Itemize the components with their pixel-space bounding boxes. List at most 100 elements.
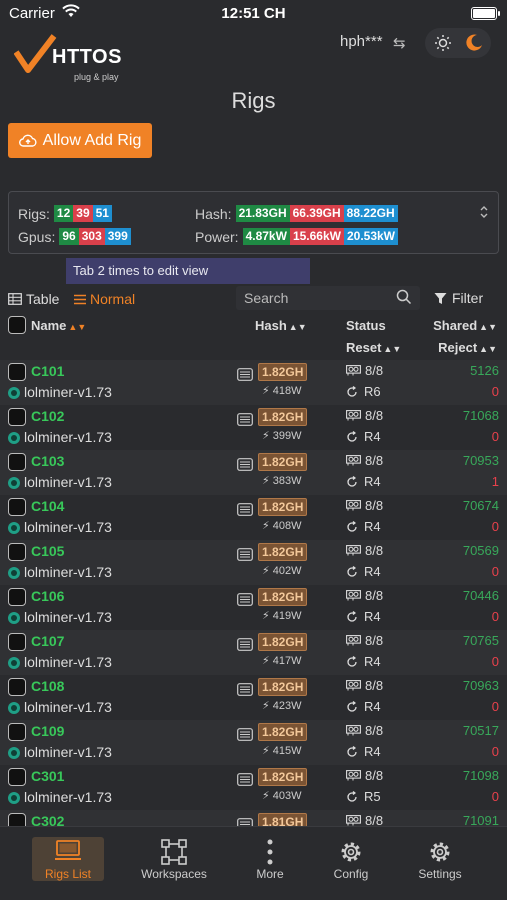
rig-name[interactable]: C105: [31, 543, 64, 559]
rig-name[interactable]: C109: [31, 723, 64, 739]
table-row[interactable]: C101 lolminer-v1.73 1.82GH ⚡︎ 418W 8/8 R…: [0, 360, 507, 405]
select-all-checkbox[interactable]: [8, 316, 26, 334]
username[interactable]: hph***: [340, 33, 383, 50]
row-checkbox[interactable]: [8, 543, 26, 561]
row-checkbox[interactable]: [8, 633, 26, 651]
row-checkbox[interactable]: [8, 813, 26, 826]
rejected-shares: 1: [491, 474, 499, 489]
rig-name[interactable]: C108: [31, 678, 64, 694]
rig-name[interactable]: C101: [31, 363, 64, 379]
theme-toggle[interactable]: [425, 28, 491, 58]
tab-settings[interactable]: Settings: [402, 837, 478, 881]
column-hash[interactable]: Hash ▲▼: [255, 318, 307, 333]
gpu-icon: [346, 500, 361, 511]
row-checkbox[interactable]: [8, 363, 26, 381]
tab-config[interactable]: Config: [313, 837, 389, 881]
moon-icon[interactable]: [464, 33, 484, 58]
summary-panel[interactable]: Rigs: 12 39 51 Gpus: 96 303 399 Hash: 21…: [8, 191, 499, 254]
hash-badge: 1.82GH: [258, 363, 308, 381]
more-icon: [266, 839, 274, 870]
search-icon[interactable]: [396, 289, 412, 310]
table-row[interactable]: C108 lolminer-v1.73 1.82GH ⚡︎ 423W 8/8 R…: [0, 675, 507, 720]
table-view-toggle[interactable]: Table: [8, 291, 59, 307]
reset-icon: [347, 565, 357, 577]
tab-rigs-list[interactable]: Rigs List: [32, 837, 104, 881]
power-value: ⚡︎ 408W: [262, 520, 302, 532]
gpu-icon: [346, 545, 361, 556]
normal-view-toggle[interactable]: Normal: [74, 291, 135, 307]
rig-name[interactable]: C106: [31, 588, 64, 604]
column-shared[interactable]: Shared ▲▼: [433, 318, 497, 333]
reset-count: R4: [346, 474, 381, 489]
switch-user-icon[interactable]: ⇆: [393, 34, 406, 52]
row-checkbox[interactable]: [8, 498, 26, 516]
miner-icon: [8, 432, 20, 444]
power-value: ⚡︎ 415W: [262, 745, 302, 757]
plug-icon: ⚡︎: [262, 790, 270, 802]
plug-icon: ⚡︎: [262, 385, 270, 397]
reset-count: R4: [346, 699, 381, 714]
gpus-label: Gpus:: [18, 228, 56, 245]
expand-chevron-icon[interactable]: [479, 205, 489, 222]
tab-workspaces-label: Workspaces: [141, 867, 207, 881]
gpu-icon: [346, 590, 361, 601]
rig-name[interactable]: C103: [31, 453, 64, 469]
rigs-list-icon: [55, 839, 81, 868]
plug-icon: ⚡︎: [262, 700, 270, 712]
miner-icon: [8, 477, 20, 489]
logo-text: HTTOS: [52, 46, 122, 68]
table-row[interactable]: C106 lolminer-v1.73 1.82GH ⚡︎ 419W 8/8 R…: [0, 585, 507, 630]
gpu-card-icon: [237, 593, 253, 611]
allow-add-rig-button[interactable]: Allow Add Rig: [8, 123, 152, 158]
reset-count: R4: [346, 429, 381, 444]
miner-icon: [8, 567, 20, 579]
sun-icon[interactable]: [434, 34, 452, 57]
allow-add-rig-label: Allow Add Rig: [42, 131, 142, 149]
table-row[interactable]: C103 lolminer-v1.73 1.82GH ⚡︎ 383W 8/8 R…: [0, 450, 507, 495]
tab-more[interactable]: More: [232, 837, 308, 881]
row-checkbox[interactable]: [8, 453, 26, 471]
filter-button[interactable]: Filter: [434, 290, 483, 306]
power-offline: 15.66kW: [289, 228, 344, 245]
column-name[interactable]: Name ▲▼: [31, 318, 86, 333]
row-checkbox[interactable]: [8, 768, 26, 786]
column-reject[interactable]: Reject ▲▼: [438, 340, 497, 355]
power-total: 20.53kW: [343, 228, 398, 245]
power-value: ⚡︎ 419W: [262, 610, 302, 622]
hash-badge: 1.82GH: [258, 453, 308, 471]
gpus-online: 96: [59, 228, 79, 245]
table-row[interactable]: C302 lolminer-v1.73 1.81GH ⚡︎ 410W 8/8 R…: [0, 810, 507, 826]
power-value: ⚡︎ 417W: [262, 655, 302, 667]
table-row[interactable]: C107 lolminer-v1.73 1.82GH ⚡︎ 417W 8/8 R…: [0, 630, 507, 675]
row-checkbox[interactable]: [8, 588, 26, 606]
rigs-total: 51: [92, 205, 112, 222]
gpu-status: 8/8: [346, 813, 383, 826]
row-checkbox[interactable]: [8, 678, 26, 696]
miner-version: lolminer-v1.73: [24, 384, 112, 400]
rig-name[interactable]: C107: [31, 633, 64, 649]
rig-name[interactable]: C102: [31, 408, 64, 424]
reset-icon: [347, 700, 357, 712]
list-icon: [74, 294, 86, 304]
miner-icon: [8, 747, 20, 759]
row-checkbox[interactable]: [8, 408, 26, 426]
app-logo: HTTOS plug & play: [14, 30, 134, 82]
rig-name[interactable]: C301: [31, 768, 64, 784]
tab-settings-label: Settings: [418, 867, 462, 881]
tab-more-label: More: [256, 867, 284, 881]
table-row[interactable]: C105 lolminer-v1.73 1.82GH ⚡︎ 402W 8/8 R…: [0, 540, 507, 585]
plug-icon: ⚡︎: [262, 565, 270, 577]
shared-shares: 70953: [462, 453, 499, 468]
rig-name[interactable]: C104: [31, 498, 64, 514]
rig-name[interactable]: C302: [31, 813, 64, 826]
column-reset[interactable]: Reset ▲▼: [346, 340, 401, 355]
table-row[interactable]: C109 lolminer-v1.73 1.82GH ⚡︎ 415W 8/8 R…: [0, 720, 507, 765]
table-row[interactable]: C102 lolminer-v1.73 1.82GH ⚡︎ 399W 8/8 R…: [0, 405, 507, 450]
table-row[interactable]: C301 lolminer-v1.73 1.82GH ⚡︎ 403W 8/8 R…: [0, 765, 507, 810]
row-checkbox[interactable]: [8, 723, 26, 741]
table-row[interactable]: C104 lolminer-v1.73 1.82GH ⚡︎ 408W 8/8 R…: [0, 495, 507, 540]
gpu-card-icon: [237, 413, 253, 431]
tab-workspaces[interactable]: Workspaces: [136, 837, 212, 881]
edit-view-tooltip: Tab 2 times to edit view: [66, 258, 310, 284]
search-input[interactable]: Search: [236, 286, 420, 310]
